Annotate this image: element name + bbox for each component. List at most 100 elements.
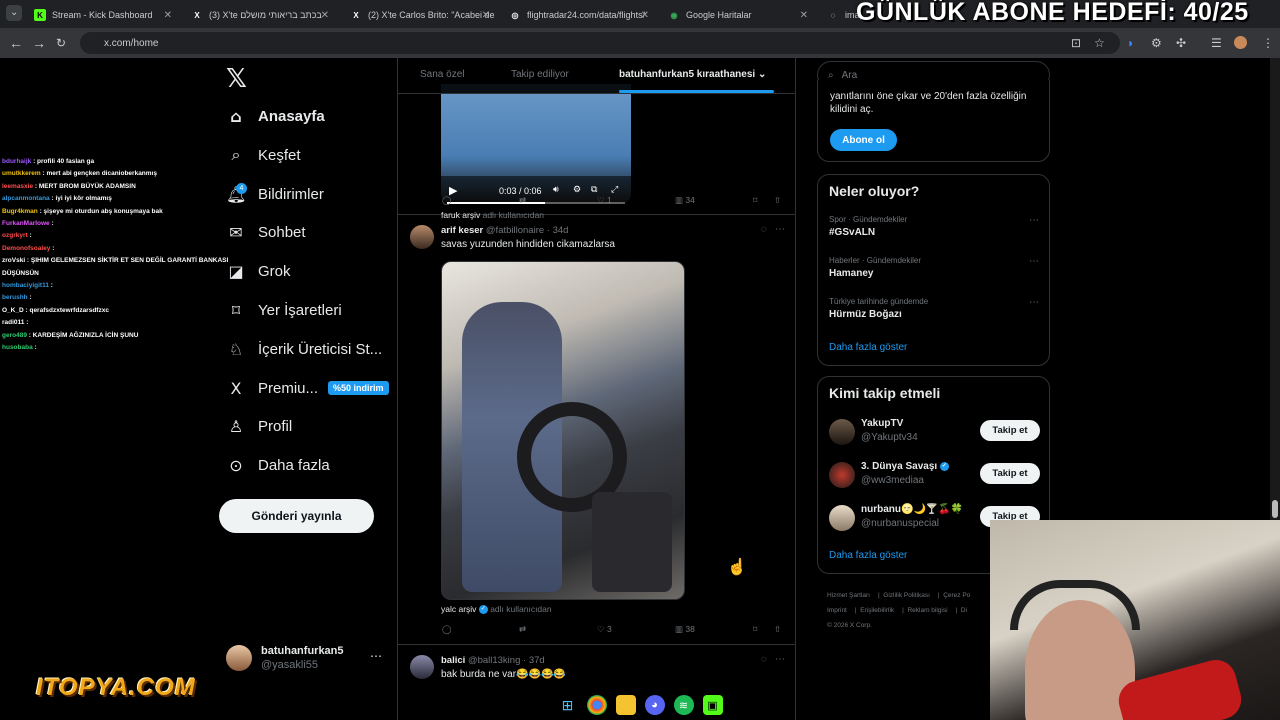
tweet-text: savas yuzunden hindiden cikamazlarsa bbox=[441, 239, 615, 250]
show-more-link[interactable]: Daha fazla göster bbox=[829, 550, 907, 561]
back-icon[interactable]: ← bbox=[9, 35, 23, 51]
avatar[interactable] bbox=[410, 655, 434, 679]
close-icon[interactable]: ✕ bbox=[641, 10, 649, 21]
views-button[interactable]: ▥ 38 bbox=[675, 624, 695, 635]
tweet-author[interactable]: balici @ball13king · 37d bbox=[441, 655, 545, 666]
tweet-text: bak burda ne var😂😂😂😂 bbox=[441, 669, 566, 680]
tab-search-icon[interactable]: ⌄ bbox=[6, 5, 23, 21]
browser-tab-maps[interactable]: ◉ Google Haritalar ✕ bbox=[662, 4, 814, 26]
windows-start-icon[interactable]: ⊞ bbox=[558, 695, 578, 715]
kick-icon[interactable]: ▣ bbox=[702, 695, 723, 715]
grok-icon: ◌ bbox=[760, 654, 767, 665]
views-button[interactable]: ▥ 34 bbox=[675, 195, 695, 206]
share-icon[interactable]: ⇧ bbox=[774, 195, 781, 206]
trend-item[interactable]: #GSvALN bbox=[829, 227, 875, 238]
browser-tab-x-2[interactable]: X (2) X'te Carlos Brito: "Acabei de ✕ bbox=[344, 4, 496, 26]
folder-icon[interactable] bbox=[615, 695, 636, 715]
install-icon[interactable]: ⊡ bbox=[1071, 36, 1081, 50]
close-icon[interactable]: ✕ bbox=[321, 10, 329, 21]
user-name[interactable]: 3. Dünya Savaşı ✓ bbox=[861, 461, 949, 472]
avatar[interactable] bbox=[829, 505, 855, 531]
tab-following[interactable]: Takip ediliyor bbox=[511, 69, 569, 80]
user-name[interactable]: nurbanu🌝🌙🍸🍒🍀 bbox=[861, 504, 963, 515]
tweet[interactable]: arif keser @fatbillonaire · 34d ◌ ⋯ sava… bbox=[398, 215, 795, 645]
share-icon[interactable]: ⇧ bbox=[774, 624, 781, 635]
browser-tab-kick[interactable]: K Stream - Kick Dashboard ✕ bbox=[28, 4, 178, 26]
post-button[interactable]: Gönderi yayınla bbox=[219, 499, 374, 533]
menu-dots-icon[interactable]: ⋮ bbox=[1262, 36, 1274, 50]
nav-home[interactable]: ⌂ Anasayfa bbox=[226, 102, 324, 130]
url-input[interactable]: x.com/home bbox=[80, 32, 1120, 54]
fullscreen-icon[interactable]: ⤢ bbox=[611, 184, 618, 195]
user-name[interactable]: YakupTV bbox=[861, 418, 903, 429]
discord-icon[interactable]: ◕ bbox=[644, 695, 665, 715]
tweet-video[interactable] bbox=[441, 261, 685, 600]
bookmark-icon[interactable]: ⌑ bbox=[753, 195, 757, 206]
nav-bookmarks[interactable]: ⌑ Yer İşaretleri bbox=[226, 296, 342, 324]
like-button[interactable]: ♡ 3 bbox=[597, 624, 612, 635]
retweet-icon[interactable]: ⇄ bbox=[519, 624, 526, 635]
avatar[interactable] bbox=[829, 419, 855, 445]
forward-icon[interactable]: → bbox=[32, 35, 46, 51]
more-dots-icon[interactable]: ⋯ bbox=[1029, 215, 1039, 226]
chrome-icon[interactable] bbox=[586, 695, 607, 715]
chevron-down-icon: ⌄ bbox=[757, 69, 767, 80]
browser-tab-image[interactable]: ◌ imag bbox=[821, 4, 861, 26]
close-icon[interactable]: ✕ bbox=[800, 10, 808, 21]
follow-button[interactable]: Takip et bbox=[980, 463, 1040, 484]
reload-icon[interactable]: ↻ bbox=[56, 35, 66, 51]
tweet-video[interactable]: ▶ 0:03 / 0:06 🔊︎ ⚙ ⧉ ⤢ bbox=[441, 84, 631, 204]
extension-icon[interactable]: ⚙ bbox=[1151, 36, 1162, 50]
trend-item[interactable]: Hamaney bbox=[829, 268, 873, 279]
more-dots-icon[interactable]: ⋯ bbox=[370, 649, 382, 663]
scrollbar-thumb[interactable] bbox=[1272, 500, 1278, 518]
nav-profile[interactable]: ♙ Profil bbox=[226, 412, 292, 440]
show-more-link[interactable]: Daha fazla göster bbox=[829, 342, 907, 353]
bookmark-icon[interactable]: ⌑ bbox=[753, 624, 757, 635]
spotify-icon[interactable]: ≋ bbox=[673, 695, 694, 715]
avatar[interactable] bbox=[829, 462, 855, 488]
like-button[interactable]: ♡ 1 bbox=[597, 195, 612, 206]
more-dots-icon[interactable]: ⋯ bbox=[1029, 256, 1039, 267]
premium-discount-badge: %50 indirim bbox=[328, 381, 389, 395]
chat-message: alpcanmontana : iyi iyi kör olmamış bbox=[2, 195, 112, 203]
extension-icon[interactable]: ◗ bbox=[1127, 36, 1134, 50]
tweet-menu[interactable]: ◌ ⋯ bbox=[761, 654, 785, 665]
address-bar-row: ← → ↻ x.com/home ⊡ ☆ ◗ ⚙ ✣ ☰ ⋮ bbox=[0, 28, 1280, 58]
retweet-icon[interactable]: ⇄ bbox=[519, 195, 526, 206]
subscribe-button[interactable]: Abone ol bbox=[830, 129, 897, 151]
tab-community[interactable]: batuhanfurkan5 kıraathanesi ⌄ bbox=[619, 69, 766, 80]
premium-card: yanıtlarını öne çıkar ve 20'den fazla öz… bbox=[817, 80, 1050, 162]
account-switcher[interactable]: batuhanfurkan5 @yasakli55 ⋯ bbox=[226, 643, 386, 675]
nav-creator-studio[interactable]: ♘ İçerik Üreticisi St... bbox=[226, 335, 382, 363]
nav-more[interactable]: ⊙ Daha fazla bbox=[226, 451, 329, 479]
browser-tab-flightradar[interactable]: ◎ flightradar24.com/data/flights/ ✕ bbox=[503, 4, 655, 26]
reading-list-icon[interactable]: ☰ bbox=[1211, 36, 1222, 50]
more-dots-icon: ⋯ bbox=[775, 224, 785, 235]
more-dots-icon[interactable]: ⋯ bbox=[1029, 297, 1039, 308]
chart-icon: ▥ bbox=[675, 624, 684, 634]
close-icon[interactable]: ✕ bbox=[164, 10, 172, 21]
avatar[interactable] bbox=[410, 225, 434, 249]
x-logo-icon[interactable]: 𝕏 bbox=[226, 64, 247, 94]
stream-chat-overlay: bdurhaijk : profili 40 faslan ga umutkker… bbox=[2, 156, 242, 355]
extensions-puzzle-icon[interactable]: ✣ bbox=[1176, 36, 1186, 50]
bookmark-star-icon[interactable]: ☆ bbox=[1094, 36, 1105, 50]
volume-icon[interactable]: 🔊︎ bbox=[553, 184, 559, 195]
follow-button[interactable]: Takip et bbox=[980, 420, 1040, 441]
kick-icon: K bbox=[34, 9, 46, 21]
tweet-menu[interactable]: ◌ ⋯ bbox=[761, 224, 785, 235]
tab-for-you[interactable]: Sana özel bbox=[420, 69, 464, 80]
chat-message: bdurhaijk : profili 40 faslan ga bbox=[2, 158, 95, 165]
close-icon[interactable]: ✕ bbox=[482, 10, 490, 21]
tweet-author[interactable]: arif keser @fatbillonaire · 34d bbox=[441, 225, 568, 236]
settings-icon[interactable]: ⚙ bbox=[573, 184, 581, 195]
pip-icon[interactable]: ⧉ bbox=[591, 184, 597, 195]
browser-tab-x-1[interactable]: X (3) X'te בכתב בריאותי מושלם ✕ bbox=[185, 4, 335, 26]
reply-icon[interactable]: ◯ bbox=[442, 195, 452, 206]
reply-icon[interactable]: ◯ bbox=[442, 624, 452, 635]
nav-premium[interactable]: X Premiu... %50 indirim bbox=[226, 374, 389, 402]
globe-icon: ◎ bbox=[511, 10, 519, 20]
trend-item[interactable]: Hürmüz Boğazı bbox=[829, 309, 902, 320]
profile-avatar-icon[interactable] bbox=[1234, 36, 1247, 49]
